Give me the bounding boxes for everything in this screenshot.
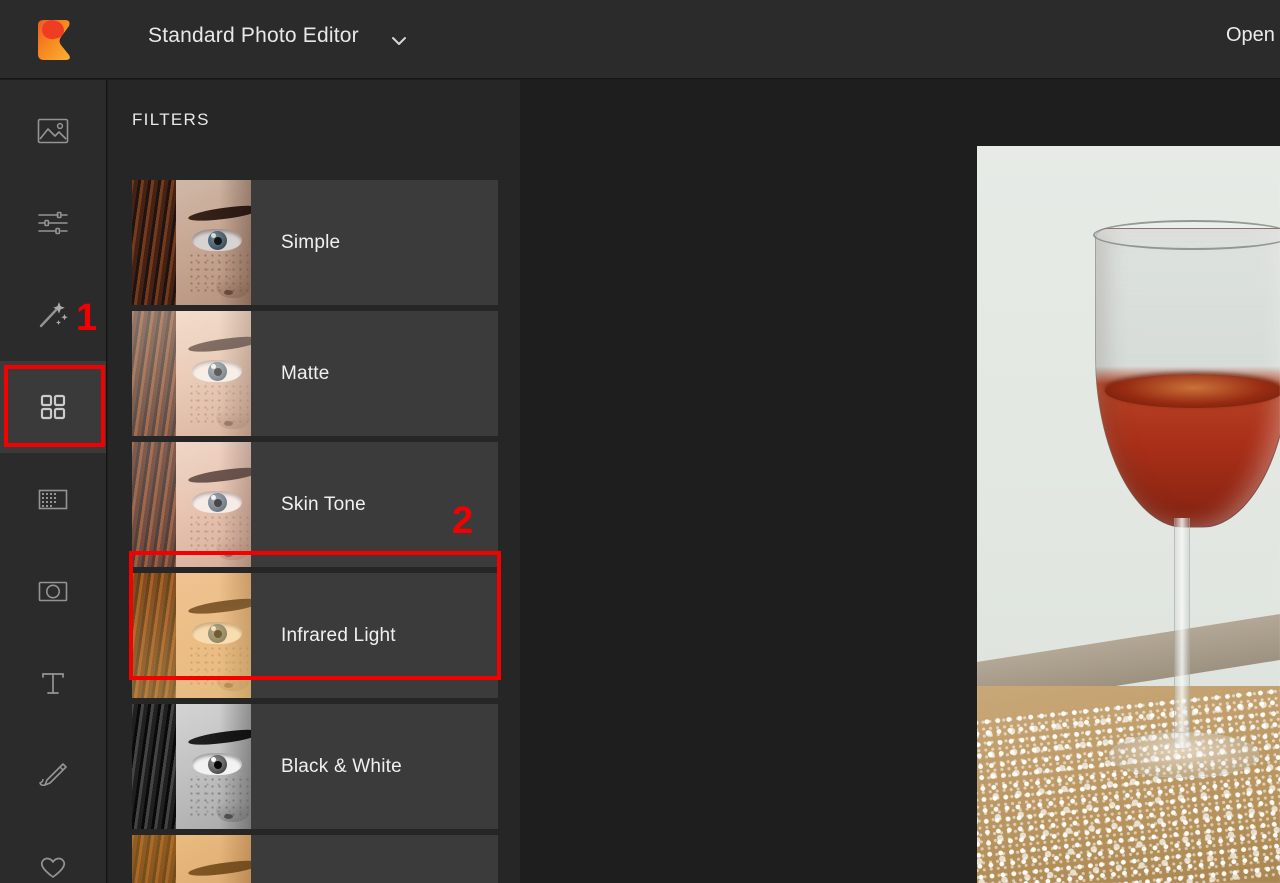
filter-item-simple[interactable]: Simple [132, 180, 498, 305]
filter-label: Skin Tone [281, 493, 366, 515]
frame-icon [36, 574, 70, 608]
sidebar-item-filters[interactable] [0, 361, 106, 453]
filter-label: Simple [281, 231, 341, 253]
text-icon [36, 666, 70, 700]
panel-title: FILTERS [132, 110, 210, 129]
filter-label: Matte [281, 362, 330, 384]
filter-item-skin-tone[interactable]: Skin Tone [132, 442, 498, 567]
sidebar-item-draw[interactable] [0, 729, 106, 821]
filter-thumbnail [132, 442, 251, 567]
chevron-down-icon[interactable] [388, 30, 410, 52]
filter-thumbnail [132, 180, 251, 305]
app-header: Standard Photo Editor Open [0, 0, 1280, 79]
panel-scrollbar[interactable] [512, 80, 520, 883]
sidebar-item-text[interactable] [0, 637, 106, 729]
sidebar-item-favorites[interactable] [0, 821, 106, 883]
texture-icon [36, 482, 70, 516]
open-button[interactable]: Open [1226, 24, 1275, 47]
filter-thumbnail [132, 311, 251, 436]
photo-border [977, 146, 1280, 883]
filter-list[interactable]: Simple Matte Skin Tone Infrared Light Bl… [108, 180, 520, 883]
sidebar-item-enhance[interactable] [0, 269, 106, 361]
sliders-icon [36, 206, 70, 240]
sidebar-item-photo[interactable] [0, 85, 106, 177]
filter-label: Vintage [251, 835, 498, 883]
wine-glass-photo [977, 146, 1280, 883]
magic-wand-icon [36, 298, 70, 332]
filter-item-infrared-light[interactable]: Infrared Light [132, 573, 498, 698]
filter-item-vintage[interactable]: Vintage [132, 835, 498, 883]
sidebar-item-adjust[interactable] [0, 177, 106, 269]
filter-item-matte[interactable]: Matte [132, 311, 498, 436]
sidebar-item-textures[interactable] [0, 453, 106, 545]
filter-label: Infrared Light [281, 624, 396, 646]
heart-icon [36, 850, 70, 883]
filter-thumbnail [132, 704, 251, 829]
image-icon [36, 114, 70, 148]
filter-label: Black & White [281, 755, 402, 777]
filters-panel: FILTERS Simple Matte Skin Tone Infrared … [108, 80, 520, 883]
grid-icon [36, 390, 70, 424]
filter-item-black-and-white[interactable]: Black & White [132, 704, 498, 829]
photo-editor-app: Standard Photo Editor Open FILTERS Simpl… [0, 0, 1280, 883]
tool-sidebar [0, 80, 107, 883]
sidebar-item-frames[interactable] [0, 545, 106, 637]
filter-thumbnail [132, 835, 251, 883]
editor-canvas[interactable] [521, 80, 1280, 883]
editor-logo-icon [32, 17, 74, 61]
filter-thumbnail [132, 573, 251, 698]
brush-icon [36, 758, 70, 792]
document-title: Standard Photo Editor [148, 24, 359, 47]
